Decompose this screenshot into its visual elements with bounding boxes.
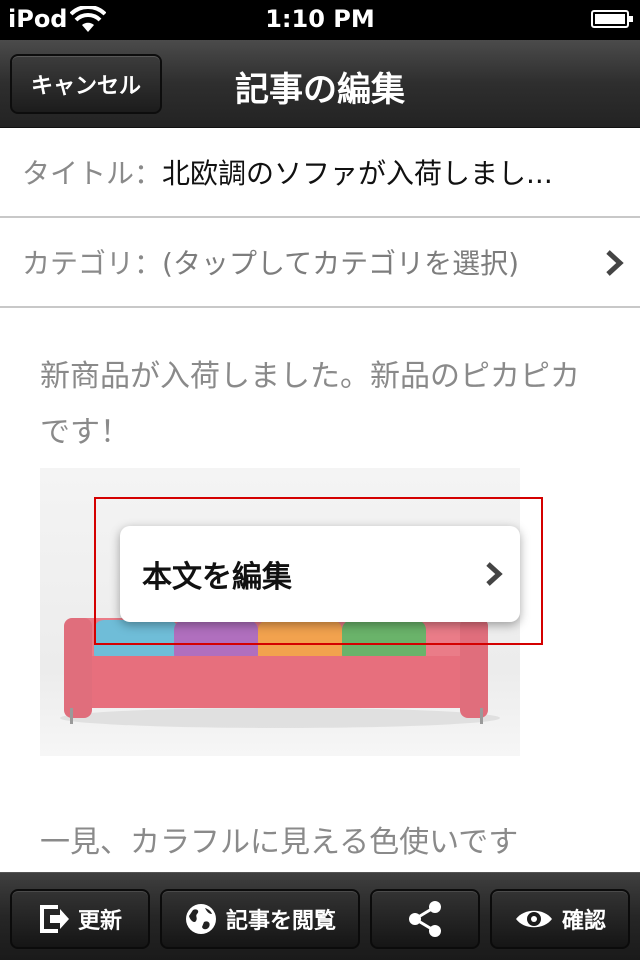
share-icon xyxy=(409,901,441,937)
update-label: 更新 xyxy=(77,909,122,934)
body-paragraph: 新商品が入荷しました。新品のピカピカです！ xyxy=(40,359,580,450)
confirm-button[interactable]: 確認 xyxy=(490,889,630,949)
view-article-button[interactable]: 記事を閲覧 xyxy=(160,889,360,949)
share-button[interactable] xyxy=(370,889,480,949)
status-bar: iPod 1:10 PM xyxy=(0,0,640,40)
navigation-bar: キャンセル 記事の編集 xyxy=(0,40,640,128)
edit-body-popup[interactable]: 本文を編集 xyxy=(120,526,520,622)
clock: 1:10 PM xyxy=(265,5,375,33)
chevron-right-icon xyxy=(486,562,503,586)
battery-icon xyxy=(591,10,633,28)
title-value[interactable]: 北欧調のソファが入荷しまし... xyxy=(162,152,553,192)
eye-icon xyxy=(515,910,552,928)
body-paragraph: 一見、カラフルに見える色使いです xyxy=(40,825,519,860)
category-label: カテゴリ： xyxy=(22,247,163,280)
category-row[interactable]: カテゴリ： (タップしてカテゴリを選択) xyxy=(0,218,640,308)
edit-body-label: 本文を編集 xyxy=(142,560,292,595)
bottom-toolbar: 更新 記事を閲覧 確認 xyxy=(0,872,640,960)
update-button[interactable]: 更新 xyxy=(10,889,150,949)
confirm-label: 確認 xyxy=(561,909,606,934)
exit-arrow-icon xyxy=(39,905,69,933)
view-article-label: 記事を閲覧 xyxy=(225,909,336,934)
title-row[interactable]: タイトル： 北欧調のソファが入荷しまし... xyxy=(0,128,640,218)
title-label: タイトル： xyxy=(22,157,163,190)
chevron-right-icon xyxy=(606,250,624,276)
category-placeholder: (タップしてカテゴリを選択) xyxy=(162,247,520,280)
page-title: 記事の編集 xyxy=(235,70,405,110)
globe-icon xyxy=(185,904,216,934)
